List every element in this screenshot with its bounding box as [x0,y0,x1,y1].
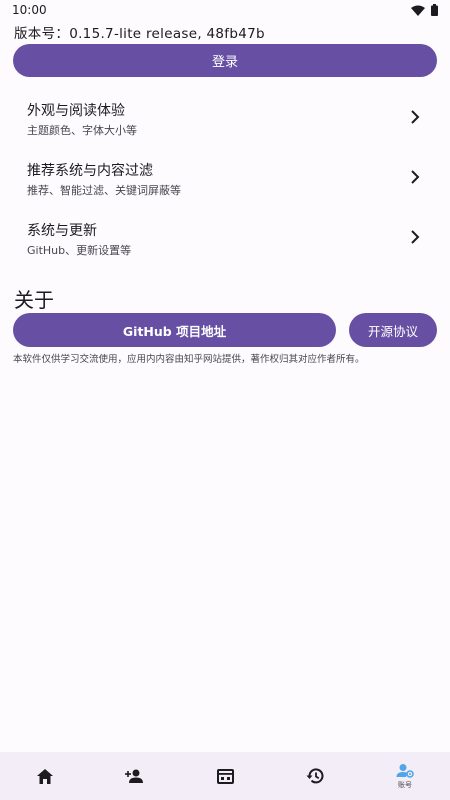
nav-home[interactable] [0,752,90,800]
nav-follow[interactable] [90,752,180,800]
bottom-nav: 账号 [0,752,450,800]
chevron-right-icon [411,170,420,184]
license-button[interactable]: 开源协议 [349,313,437,347]
history-icon [306,768,324,784]
menu-item-subtitle: 主题颜色、字体大小等 [27,124,137,137]
menu-item-system-update[interactable]: 系统与更新 GitHub、更新设置等 [0,212,450,268]
menu-item-title: 外观与阅读体验 [27,103,125,119]
menu-item-recommendation[interactable]: 推荐系统与内容过滤 推荐、智能过滤、关键词屏蔽等 [0,152,450,208]
status-time: 10:00 [12,3,47,17]
menu-item-subtitle: 推荐、智能过滤、关键词屏蔽等 [27,184,181,197]
nav-account-label: 账号 [398,780,412,789]
menu-item-subtitle: GitHub、更新设置等 [27,244,132,257]
nav-account[interactable]: 账号 [360,752,450,800]
login-button[interactable]: 登录 [13,44,437,77]
about-title: 关于 [14,288,54,312]
menu-item-appearance[interactable]: 外观与阅读体验 主题颜色、字体大小等 [0,92,450,148]
menu-item-title: 推荐系统与内容过滤 [27,163,153,179]
wifi-icon [411,5,425,16]
calendar-view-icon [216,768,234,784]
nav-daily[interactable] [180,752,270,800]
github-button[interactable]: GitHub 项目地址 [13,313,336,347]
chevron-right-icon [411,110,420,124]
status-icons [411,4,438,16]
nav-history[interactable] [270,752,360,800]
menu-item-title: 系统与更新 [27,223,97,239]
chevron-right-icon [411,230,420,244]
version-text: 版本号：0.15.7-lite release, 48fb47b [14,26,265,42]
home-icon [37,768,53,784]
battery-icon [431,4,438,16]
status-bar: 10:00 [0,0,450,20]
person-add-icon [125,769,143,783]
disclaimer-text: 本软件仅供学习交流使用，应用内内容由知乎网站提供，著作权归其对应作者所有。 [13,354,365,365]
account-settings-icon [396,763,414,778]
